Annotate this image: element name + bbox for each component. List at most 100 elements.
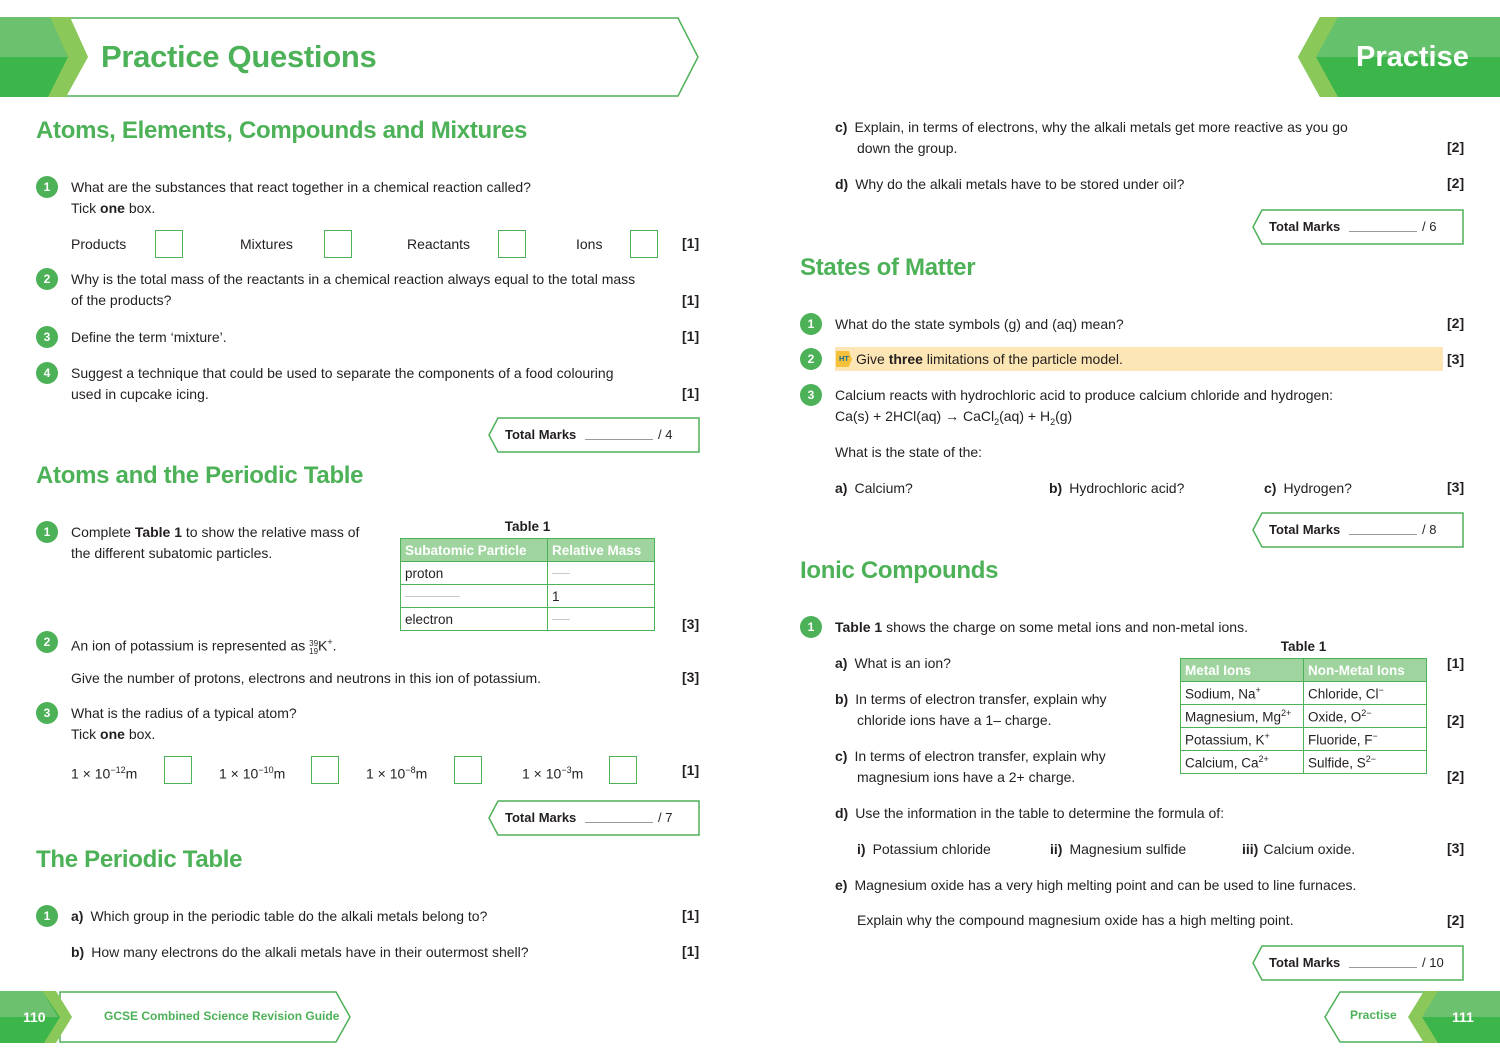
question-number: 1: [36, 521, 58, 543]
chemical-equation: Ca(s) + 2HCl(aq) → CaCl2(aq) + H2(g): [835, 408, 1073, 427]
total-marks-input-line[interactable]: [1349, 967, 1417, 968]
total-marks-input-line[interactable]: [585, 439, 653, 440]
question-subpart: ii) Magnesium sulfide: [1050, 841, 1187, 857]
higher-tier-badge: HT: [836, 351, 852, 367]
marks-label: [3]: [682, 616, 700, 632]
subatomic-table: Subatomic Particle Relative Mass proton …: [400, 538, 655, 631]
section-heading-ic: Ionic Compounds: [800, 557, 999, 584]
question-part: c) In terms of electron transfer, explain…: [835, 748, 1106, 785]
marks-label: [2]: [1447, 175, 1465, 191]
question-text: What is the state of the:: [835, 444, 983, 460]
section-heading-aecm: Atoms, Elements, Compounds and Mixtures: [36, 117, 528, 144]
answer-cell[interactable]: [400, 584, 548, 608]
section-heading-apt: Atoms and the Periodic Table: [36, 462, 364, 489]
table-caption: Table 1: [504, 519, 551, 534]
marks-label: [2]: [1447, 139, 1465, 155]
marks-label: [3]: [1447, 351, 1465, 367]
tick-box-option-4[interactable]: [609, 756, 637, 784]
question-text: Why is the total mass of the reactants i…: [71, 271, 636, 308]
option-label: 1 × 10−8m: [366, 765, 428, 782]
marks-label: [2]: [1447, 768, 1465, 784]
answer-cell[interactable]: [547, 607, 655, 631]
section-heading-pt: The Periodic Table: [36, 846, 243, 873]
option-label: 1 × 10−10m: [219, 765, 286, 782]
question-text: Explain why the compound magnesium oxide…: [857, 912, 1294, 928]
question-number: 1: [36, 905, 58, 927]
question-part: a) Calcium?: [835, 480, 913, 496]
question-number: 3: [36, 326, 58, 348]
marks-label: [1]: [1447, 655, 1465, 671]
marks-label: [1]: [682, 385, 700, 401]
marks-label: [2]: [1447, 712, 1465, 728]
question-text: Table 1 shows the charge on some metal i…: [835, 619, 1248, 635]
section-heading-som: States of Matter: [800, 254, 976, 281]
total-marks-box: Total Marks / 8: [1252, 512, 1464, 548]
total-marks-box: Total Marks / 7: [488, 800, 700, 836]
option-label: Mixtures: [240, 236, 293, 252]
tick-box-mixtures[interactable]: [324, 230, 352, 258]
question-subpart: i) Potassium chloride: [857, 841, 991, 857]
page-number: 111: [1452, 1009, 1474, 1025]
question-number: 1: [800, 616, 822, 638]
question-number: 3: [800, 384, 822, 406]
marks-label: [1]: [682, 943, 700, 959]
total-marks-input-line[interactable]: [1349, 534, 1417, 535]
table-row: Sodium, Na+ Chloride, Cl−: [1180, 681, 1427, 705]
question-text: Complete Table 1 to show the relative ma…: [71, 524, 360, 561]
table-row: proton: [400, 561, 655, 585]
question-number: 2: [36, 631, 58, 653]
question-text: Define the term ‘mixture’.: [71, 329, 227, 345]
question-part: d) Why do the alkali metals have to be st…: [835, 176, 1185, 192]
total-marks-input-line[interactable]: [1349, 231, 1417, 232]
tick-box-option-1[interactable]: [164, 756, 192, 784]
tick-box-reactants[interactable]: [498, 230, 526, 258]
marks-label: [1]: [682, 292, 700, 308]
option-label: Reactants: [407, 236, 471, 252]
table-row: 1: [400, 584, 655, 608]
total-marks-box: Total Marks / 10: [1252, 945, 1464, 981]
left-header-banner: Practice Questions: [0, 17, 700, 97]
tick-box-ions[interactable]: [630, 230, 658, 258]
total-marks-input-line[interactable]: [585, 822, 653, 823]
option-label: Products: [71, 236, 127, 252]
marks-label: [3]: [682, 669, 700, 685]
page-number: 110: [23, 1009, 46, 1025]
page-title: Practice Questions: [101, 39, 377, 74]
question-number: 1: [800, 313, 822, 335]
question-part: e) Magnesium oxide has a very high meltin…: [835, 877, 1357, 893]
table-header-row: Subatomic Particle Relative Mass: [400, 538, 655, 562]
total-marks-box: Total Marks / 4: [488, 417, 700, 453]
table-row: Magnesium, Mg2+ Oxide, O2−: [1180, 704, 1427, 728]
left-footer: 110 GCSE Combined Science Revision Guide: [0, 991, 352, 1043]
marks-label: [1]: [682, 762, 700, 778]
question-number: 2: [36, 268, 58, 290]
marks-label: [2]: [1447, 315, 1465, 331]
question-subpart: iii) Calcium oxide.: [1242, 841, 1356, 857]
question-text: Suggest a technique that could be used t…: [71, 365, 614, 402]
question-number: 4: [36, 362, 58, 384]
question-part: c) Hydrogen?: [1264, 480, 1352, 496]
marks-label: [1]: [682, 235, 700, 251]
table-row: Potassium, K+ Fluoride, F−: [1180, 727, 1427, 751]
right-footer: Practise 111: [1324, 991, 1500, 1043]
answer-cell[interactable]: [547, 561, 655, 585]
question-text: What are the substances that react toget…: [71, 179, 531, 216]
tick-box-option-3[interactable]: [454, 756, 482, 784]
marks-label: [3]: [1447, 840, 1465, 856]
ions-table: Metal Ions Non-Metal Ions Sodium, Na+ Ch…: [1180, 658, 1427, 774]
marks-label: [2]: [1447, 912, 1465, 928]
question-text: Give three limitations of the particle m…: [856, 351, 1123, 367]
question-part: c) Explain, in terms of electrons, why th…: [835, 119, 1348, 156]
table-row: electron: [400, 607, 655, 631]
question-part: b) In terms of electron transfer, explain…: [835, 691, 1107, 728]
option-label: 1 × 10−12m: [71, 765, 138, 782]
question-text: What do the state symbols (g) and (aq) m…: [835, 316, 1124, 332]
question-part: b) How many electrons do the alkali metal…: [71, 944, 529, 960]
question-part: b) Hydrochloric acid?: [1049, 480, 1185, 496]
tick-box-products[interactable]: [155, 230, 183, 258]
question-text: Give the number of protons, electrons an…: [71, 670, 542, 686]
tick-box-option-2[interactable]: [311, 756, 339, 784]
question-part: a) What is an ion?: [835, 655, 951, 671]
question-number: 1: [36, 176, 58, 198]
table-row: Calcium, Ca2+ Sulfide, S2−: [1180, 750, 1427, 774]
